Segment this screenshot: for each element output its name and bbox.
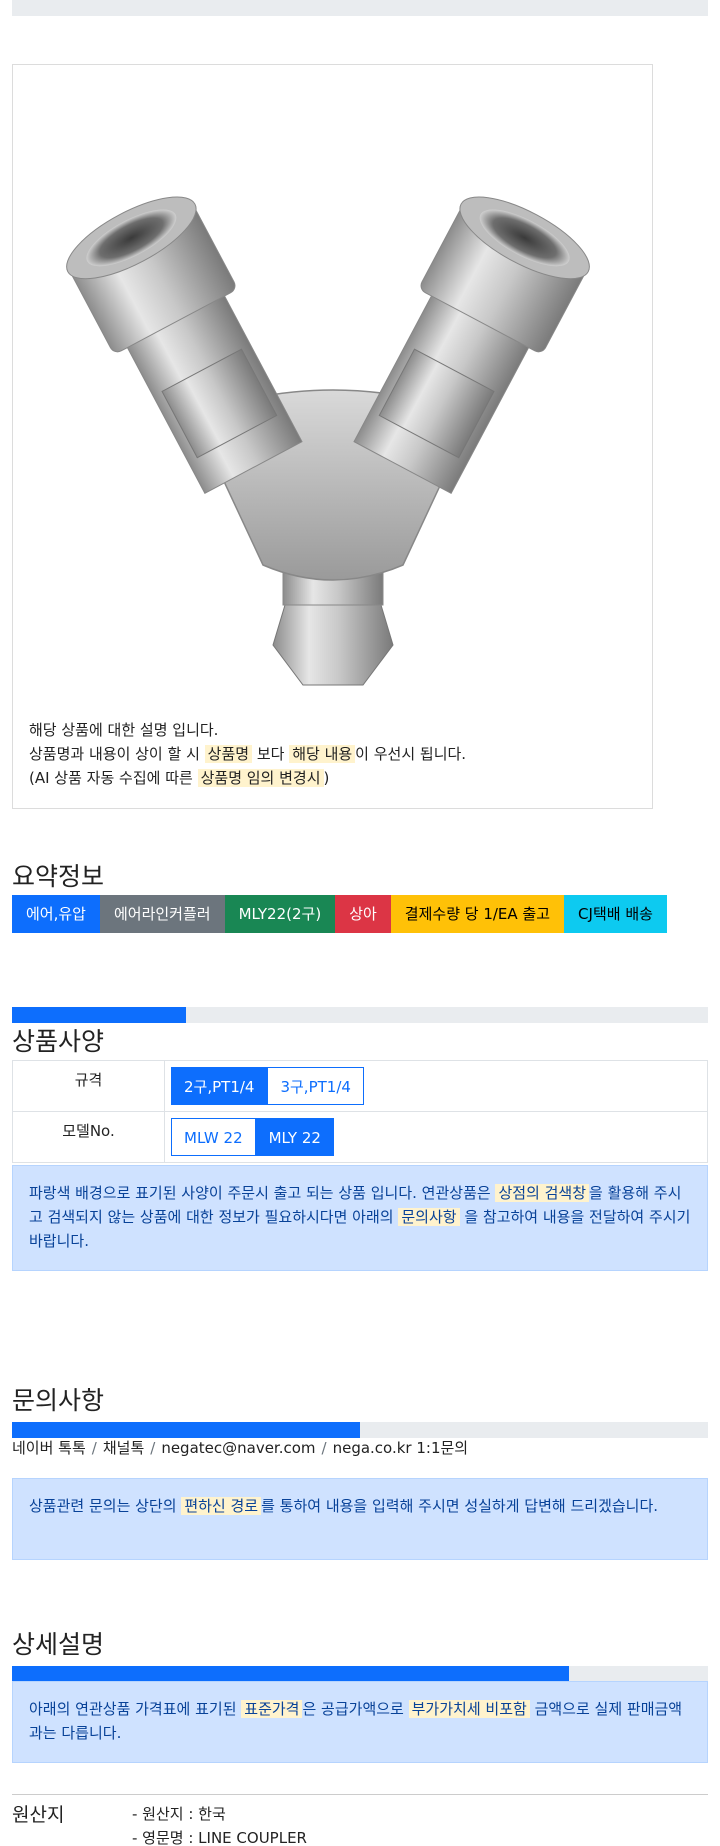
highlight-standard-price: 표준가격	[241, 1700, 303, 1718]
info-text: 상품관련 문의는 상단의	[29, 1497, 182, 1515]
option-mly22[interactable]: MLY 22	[255, 1118, 334, 1156]
badge-shipping: CJ택배 배송	[564, 895, 667, 933]
highlight-content: 해당 내용	[289, 745, 356, 763]
notice-text: 상품명과 내용이 상이 할 시	[29, 745, 205, 763]
info-text: 파랑색 배경으로 표기된 사양이 주문시 출고 되는 상품 입니다. 연관상품은	[29, 1184, 496, 1202]
summary-badges: 에어,유압 에어라인커플러 MLY22(2구) 상아 결제수량 당 1/EA 출…	[12, 895, 667, 933]
badge-category: 에어,유압	[12, 895, 100, 933]
badge-quantity: 결제수량 당 1/EA 출고	[390, 895, 565, 933]
notice-text: )	[323, 769, 330, 787]
origin-label: 원산지	[12, 1804, 65, 1826]
info-text: 은 공급가액으로	[302, 1700, 409, 1718]
highlight-product-name: 상품명	[204, 745, 253, 763]
summary-title: 요약정보	[12, 862, 105, 891]
notice-text: 보다	[252, 745, 290, 763]
spec-label-model: 모델No.	[12, 1111, 165, 1163]
inquiry-progress-bar	[12, 1422, 708, 1438]
link-naver-talk[interactable]: 네이버 톡톡	[12, 1439, 86, 1457]
highlight-route: 편하신 경로	[181, 1497, 262, 1515]
separator: /	[150, 1439, 156, 1457]
product-image-box: 해당 상품에 대한 설명 입니다. 상품명과 내용이 상이 할 시 상품명 보다…	[12, 64, 653, 809]
spec-row-size: 규격 2구,PT1/4 3구,PT1/4	[12, 1060, 708, 1112]
origin-country: - 원산지 : 한국	[132, 1805, 226, 1823]
info-text: 를 통하여 내용을 입력해 주시면 성실하게 답변해 드리겠습니다.	[261, 1497, 659, 1515]
product-image	[66, 196, 590, 686]
origin-english-name: - 영문명 : LINE COUPLER	[132, 1829, 307, 1846]
spec-info-alert: 파랑색 배경으로 표기된 사양이 주문시 출고 되는 상품 입니다. 연관상품은…	[12, 1165, 708, 1271]
spec-progress-bar	[12, 1007, 708, 1023]
spec-table: 규격 2구,PT1/4 3구,PT1/4 모델No. MLW 22 MLY 22	[12, 1060, 708, 1163]
top-bar	[12, 0, 708, 16]
detail-info-alert: 아래의 연관상품 가격표에 표기된 표준가격 은 공급가액으로 부가가치세 비포함…	[12, 1681, 708, 1763]
notice-line-3: (AI 상품 자동 수집에 따른 상품명 임의 변경시)	[29, 766, 639, 790]
spec-title: 상품사양	[12, 1027, 105, 1056]
link-channel-talk[interactable]: 채널톡	[103, 1439, 144, 1457]
notice-line-1: 해당 상품에 대한 설명 입니다.	[29, 721, 219, 739]
badge-brand: 상아	[335, 895, 391, 933]
inquiry-title: 문의사항	[12, 1386, 105, 1415]
spec-progress-fill	[12, 1007, 186, 1023]
detail-title: 상세설명	[12, 1630, 105, 1659]
spec-row-model: 모델No. MLW 22 MLY 22	[12, 1111, 708, 1163]
badge-subcategory: 에어라인커플러	[99, 895, 225, 933]
link-website-inquiry[interactable]: nega.co.kr 1:1문의	[333, 1439, 469, 1457]
highlight-name-change: 상품명 임의 변경시	[197, 769, 324, 787]
product-notice: 해당 상품에 대한 설명 입니다. 상품명과 내용이 상이 할 시 상품명 보다…	[29, 718, 639, 790]
link-email[interactable]: negatec@naver.com	[161, 1439, 315, 1457]
spec-options-size: 2구,PT1/4 3구,PT1/4	[164, 1060, 708, 1112]
highlight-vat: 부가가치세 비포함	[408, 1700, 530, 1718]
notice-line-2: 상품명과 내용이 상이 할 시 상품명 보다 해당 내용 이 우선시 됩니다.	[29, 742, 639, 766]
origin-values: - 원산지 : 한국 - 영문명 : LINE COUPLER	[132, 1802, 307, 1846]
highlight-inquiry: 문의사항	[398, 1208, 460, 1226]
option-2gu[interactable]: 2구,PT1/4	[171, 1067, 268, 1105]
option-mlw22[interactable]: MLW 22	[171, 1118, 256, 1156]
notice-text: (AI 상품 자동 수집에 따른	[29, 769, 198, 787]
spec-options-model: MLW 22 MLY 22	[164, 1111, 708, 1163]
notice-text: 이 우선시 됩니다.	[355, 745, 467, 763]
inquiry-info-alert: 상품관련 문의는 상단의 편하신 경로 를 통하여 내용을 입력해 주시면 성실하…	[12, 1478, 708, 1560]
option-3gu[interactable]: 3구,PT1/4	[267, 1067, 364, 1105]
info-text: 아래의 연관상품 가격표에 표기된	[29, 1700, 242, 1718]
separator: /	[91, 1439, 97, 1457]
separator: /	[321, 1439, 327, 1457]
origin-divider	[12, 1794, 708, 1795]
detail-progress-bar	[12, 1666, 708, 1682]
contact-links: 네이버 톡톡 / 채널톡 / negatec@naver.com / nega.co.kr …	[12, 1437, 468, 1458]
badge-model: MLY22(2구)	[224, 895, 336, 933]
detail-progress-fill	[12, 1666, 569, 1682]
inquiry-progress-fill	[12, 1422, 360, 1438]
spec-label-size: 규격	[12, 1060, 165, 1112]
highlight-search: 상점의 검색창	[495, 1184, 590, 1202]
